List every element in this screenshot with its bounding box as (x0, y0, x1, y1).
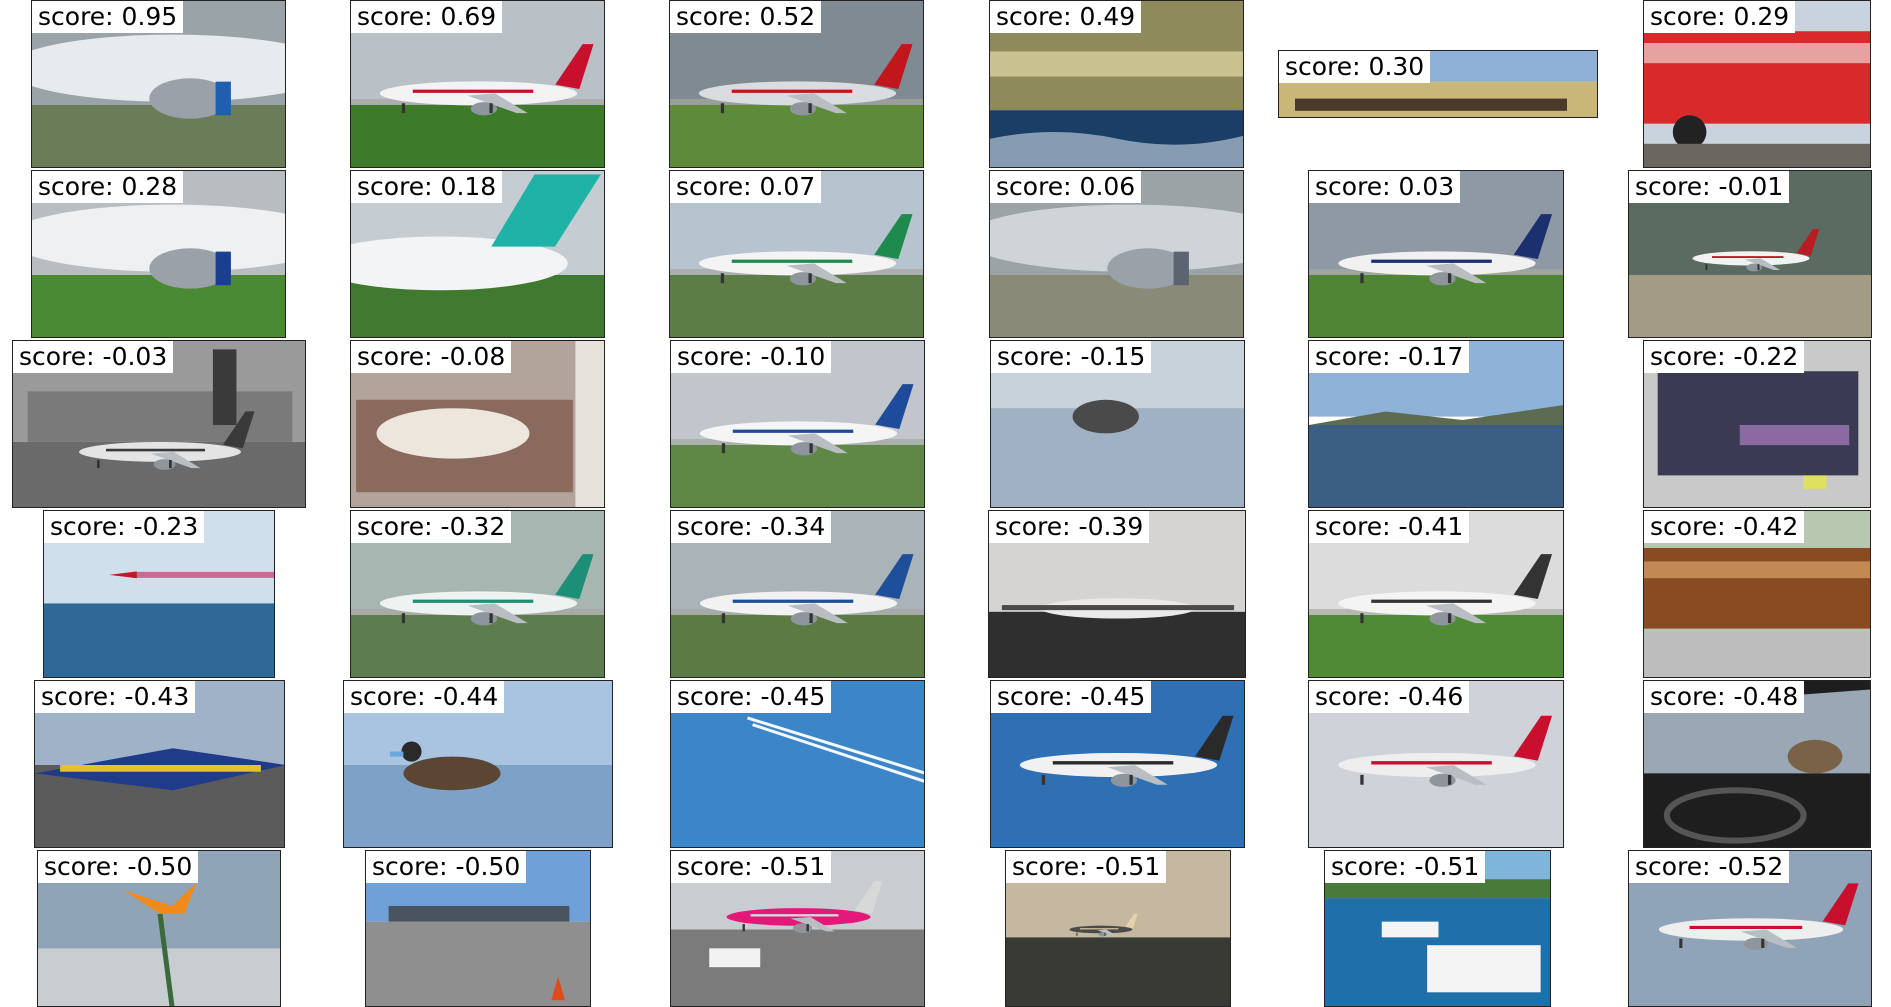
score-label: score: -0.08 (351, 341, 512, 373)
image-tile: score: 0.95 (31, 0, 286, 168)
score-label: score: -0.51 (1006, 851, 1167, 883)
image-tile: score: -0.10 (670, 340, 925, 508)
score-label: score: 0.95 (32, 1, 184, 33)
score-label: score: -0.22 (1644, 341, 1805, 373)
score-label: score: -0.50 (38, 851, 199, 883)
image-tile: score: -0.45 (990, 680, 1245, 848)
image-tile: score: -0.41 (1308, 510, 1564, 678)
score-label: score: -0.03 (13, 341, 174, 373)
image-tile: score: 0.52 (669, 0, 924, 168)
score-label: score: 0.69 (351, 1, 503, 33)
image-tile: score: -0.50 (365, 850, 591, 1007)
image-tile: score: -0.44 (343, 680, 613, 848)
image-tile: score: -0.39 (988, 510, 1246, 678)
score-label: score: 0.30 (1279, 51, 1431, 83)
image-tile: score: -0.34 (670, 510, 925, 678)
image-tile: score: -0.52 (1628, 850, 1872, 1007)
score-label: score: -0.45 (991, 681, 1152, 713)
image-tile: score: -0.50 (37, 850, 281, 1007)
image-tile: score: -0.01 (1628, 170, 1872, 338)
image-tile: score: -0.51 (1324, 850, 1551, 1007)
score-label: score: -0.46 (1309, 681, 1470, 713)
image-tile: score: 0.49 (989, 0, 1244, 168)
score-label: score: -0.01 (1629, 171, 1790, 203)
score-label: score: 0.06 (990, 171, 1142, 203)
image-tile: score: -0.22 (1643, 340, 1871, 508)
score-label: score: -0.41 (1309, 511, 1470, 543)
image-tile: score: -0.08 (350, 340, 605, 508)
image-tile: score: 0.18 (350, 170, 605, 338)
image-tile: score: 0.29 (1643, 0, 1871, 168)
image-tile: score: -0.46 (1308, 680, 1564, 848)
score-label: score: -0.32 (351, 511, 512, 543)
score-label: score: -0.50 (366, 851, 527, 883)
score-label: score: -0.44 (344, 681, 505, 713)
image-tile: score: -0.51 (670, 850, 925, 1007)
score-label: score: -0.23 (44, 511, 205, 543)
score-label: score: -0.43 (35, 681, 196, 713)
score-label: score: 0.52 (670, 1, 822, 33)
image-tile: score: -0.32 (350, 510, 605, 678)
image-tile: score: -0.42 (1643, 510, 1871, 678)
score-label: score: -0.15 (991, 341, 1152, 373)
image-tile: score: 0.06 (989, 170, 1244, 338)
image-tile: score: -0.51 (1005, 850, 1231, 1007)
image-tile: score: -0.23 (43, 510, 275, 678)
score-label: score: 0.18 (351, 171, 503, 203)
score-label: score: -0.17 (1309, 341, 1470, 373)
score-label: score: 0.07 (670, 171, 822, 203)
image-tile: score: -0.17 (1308, 340, 1564, 508)
image-tile: score: -0.48 (1643, 680, 1871, 848)
score-label: score: -0.51 (1325, 851, 1486, 883)
image-tile: score: 0.69 (350, 0, 605, 168)
score-label: score: 0.29 (1644, 1, 1796, 33)
image-tile: score: 0.07 (669, 170, 924, 338)
image-tile: score: 0.28 (31, 170, 286, 338)
score-label: score: -0.42 (1644, 511, 1805, 543)
image-tile: score: -0.43 (34, 680, 285, 848)
score-label: score: -0.45 (671, 681, 832, 713)
image-tile: score: 0.03 (1308, 170, 1564, 338)
score-label: score: -0.48 (1644, 681, 1805, 713)
score-label: score: -0.39 (989, 511, 1150, 543)
score-label: score: -0.34 (671, 511, 832, 543)
score-label: score: 0.49 (990, 1, 1142, 33)
image-tile: score: 0.30 (1278, 50, 1598, 118)
score-label: score: 0.03 (1309, 171, 1461, 203)
image-tile: score: -0.03 (12, 340, 306, 508)
score-label: score: -0.51 (671, 851, 832, 883)
score-label: score: 0.28 (32, 171, 184, 203)
image-grid: score: 0.95 score: 0.69 score: 0.52 score: … (0, 0, 1891, 1007)
image-tile: score: -0.15 (990, 340, 1245, 508)
score-label: score: -0.52 (1629, 851, 1790, 883)
score-label: score: -0.10 (671, 341, 832, 373)
image-tile: score: -0.45 (670, 680, 925, 848)
